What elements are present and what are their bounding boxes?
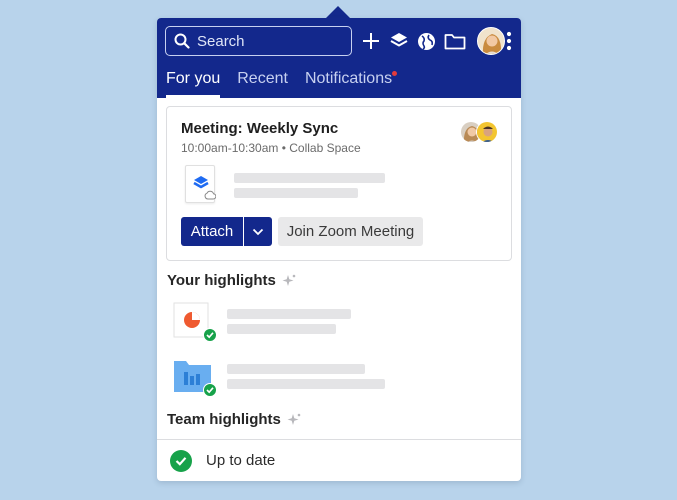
meeting-card[interactable]: Meeting: Weekly Sync 10:00am-10:30am • C… — [166, 106, 512, 261]
sync-status-bar: Up to date — [157, 439, 521, 481]
attendee-avatar — [476, 121, 498, 143]
list-item[interactable] — [173, 357, 413, 401]
sparkle-icon — [282, 274, 296, 286]
attach-button[interactable]: Attach — [181, 217, 243, 246]
tab-notifications-label: Notifications — [304, 70, 393, 87]
tab-for-you[interactable]: For you — [166, 70, 221, 98]
placeholder-line — [227, 364, 365, 374]
folder-file-icon — [173, 357, 217, 397]
meeting-title: Meeting: Weekly Sync — [181, 120, 339, 137]
your-highlights-title: Your highlights — [167, 272, 276, 289]
placeholder-line — [227, 379, 385, 389]
synced-check-icon — [203, 383, 217, 397]
globe-icon[interactable] — [415, 30, 437, 52]
synced-check-icon — [203, 328, 217, 342]
meeting-time-location: 10:00am-10:30am • Collab Space — [181, 141, 361, 155]
tab-recent[interactable]: Recent — [237, 70, 288, 98]
header-bar: Search For you Recent Notifications — [157, 18, 521, 98]
team-highlights-heading: Team highlights — [167, 411, 301, 428]
tab-bar: For you Recent Notifications — [166, 70, 409, 98]
notification-dot — [392, 71, 398, 76]
join-zoom-button[interactable]: Join Zoom Meeting — [278, 217, 423, 246]
chevron-down-icon — [252, 228, 264, 235]
dropbox-document-icon[interactable] — [185, 165, 217, 203]
placeholder-line — [227, 309, 351, 319]
dropbox-icon[interactable] — [388, 30, 410, 52]
search-input[interactable]: Search — [165, 26, 352, 56]
folder-icon[interactable] — [444, 30, 466, 52]
attendee-avatars — [460, 121, 504, 143]
more-vertical-icon[interactable] — [506, 30, 514, 52]
placeholder-line — [234, 188, 358, 198]
sparkle-icon — [287, 413, 301, 425]
dropbox-popup: Search For you Recent Notifications Meet… — [157, 18, 521, 481]
tab-notifications[interactable]: Notifications — [304, 70, 398, 98]
popup-pointer — [326, 6, 350, 18]
search-icon — [174, 33, 190, 49]
your-highlights-heading: Your highlights — [167, 272, 296, 289]
attach-options-button[interactable] — [244, 217, 272, 246]
plus-icon[interactable] — [360, 30, 382, 52]
placeholder-line — [234, 173, 385, 183]
team-highlights-title: Team highlights — [167, 411, 281, 428]
placeholder-line — [227, 324, 336, 334]
list-item[interactable] — [173, 302, 393, 346]
search-placeholder: Search — [197, 32, 245, 50]
sync-status-text: Up to date — [206, 452, 276, 469]
presentation-file-icon — [173, 302, 217, 342]
check-circle-icon — [170, 449, 192, 472]
avatar[interactable] — [477, 27, 505, 55]
